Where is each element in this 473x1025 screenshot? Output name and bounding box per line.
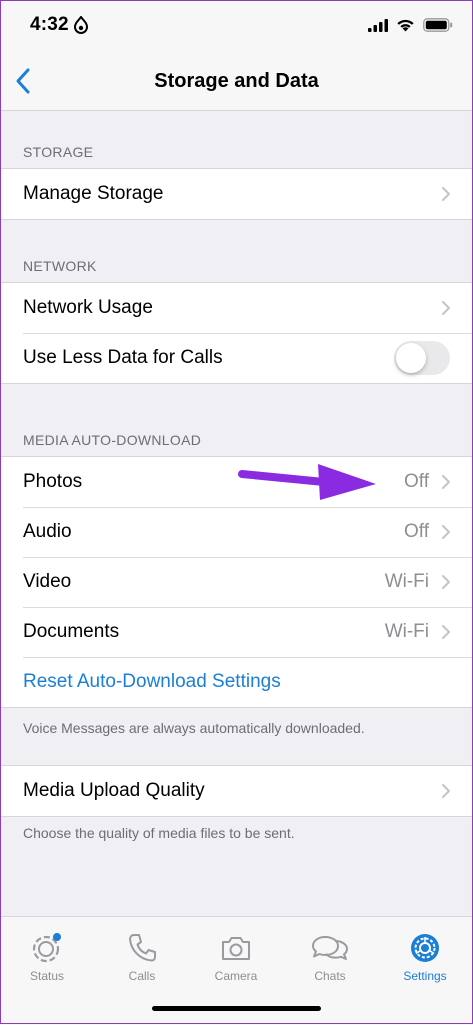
battery-icon <box>423 18 453 32</box>
chevron-right-icon <box>442 301 450 315</box>
page-title: Storage and Data <box>154 70 319 92</box>
home-indicator <box>152 1006 321 1011</box>
voice-messages-note: Voice Messages are always automatically … <box>23 720 365 736</box>
chat-bubbles-icon <box>312 936 348 960</box>
media-auto-download-group: Photos Off Audio Off Video Wi-Fi Documen… <box>0 456 473 708</box>
wifi-icon <box>397 19 414 32</box>
row-value: Off <box>404 521 429 542</box>
navigation-bar: Storage and Data <box>0 56 473 111</box>
tab-chats[interactable]: Chats <box>290 931 370 983</box>
upload-quality-note: Choose the quality of media files to be … <box>23 825 295 841</box>
tab-calls[interactable]: Calls <box>102 931 182 983</box>
row-label: Video <box>23 571 72 592</box>
section-header-network: NETWORK <box>23 258 97 274</box>
row-label: Use Less Data for Calls <box>23 347 223 368</box>
tab-label: Camera <box>214 969 258 983</box>
audio-row[interactable]: Audio Off <box>0 507 473 557</box>
row-value: Wi-Fi <box>384 571 429 592</box>
reset-auto-download-button[interactable]: Reset Auto-Download Settings <box>23 671 281 693</box>
media-upload-quality-row[interactable]: Media Upload Quality <box>0 766 473 816</box>
chevron-right-icon <box>442 525 450 539</box>
chevron-right-icon <box>442 625 450 639</box>
chevron-right-icon <box>442 575 450 589</box>
tab-status[interactable]: Status <box>7 931 87 983</box>
use-less-data-toggle[interactable] <box>394 341 450 375</box>
section-header-storage: STORAGE <box>23 144 94 160</box>
video-row[interactable]: Video Wi-Fi <box>0 557 473 607</box>
upload-group: Media Upload Quality <box>0 765 473 817</box>
chevron-right-icon <box>442 475 450 489</box>
row-label: Photos <box>23 471 83 492</box>
status-icon <box>32 933 61 963</box>
storage-group: Manage Storage <box>0 168 473 220</box>
phone-icon <box>129 934 156 962</box>
gear-icon <box>411 934 439 962</box>
status-time: 4:32 <box>30 14 69 35</box>
network-group: Network Usage Use Less Data for Calls <box>0 282 473 384</box>
chevron-right-icon <box>442 784 450 798</box>
use-less-data-row: Use Less Data for Calls <box>0 333 473 383</box>
manage-storage-row[interactable]: Manage Storage <box>0 169 473 219</box>
row-label: Audio <box>23 521 72 542</box>
toggle-knob <box>396 343 426 373</box>
tab-label: Calls <box>128 969 156 983</box>
row-value: Off <box>404 471 429 492</box>
documents-row[interactable]: Documents Wi-Fi <box>0 607 473 657</box>
tab-camera[interactable]: Camera <box>196 931 276 983</box>
cellular-signal-icon <box>368 18 388 32</box>
tab-settings[interactable]: Settings <box>385 931 465 983</box>
section-header-media-auto-download: MEDIA AUTO-DOWNLOAD <box>23 432 202 448</box>
network-usage-row[interactable]: Network Usage <box>0 283 473 333</box>
row-label: Documents <box>23 621 120 642</box>
tab-label: Chats <box>314 969 346 983</box>
row-label: Manage Storage <box>23 183 164 204</box>
tab-label: Status <box>29 969 65 983</box>
camera-icon <box>222 937 250 960</box>
reset-auto-download-row[interactable]: Reset Auto-Download Settings <box>0 657 473 707</box>
row-label: Network Usage <box>23 297 153 318</box>
row-label: Media Upload Quality <box>23 780 205 801</box>
chevron-right-icon <box>442 187 450 201</box>
row-value: Wi-Fi <box>384 621 429 642</box>
status-bar: 4:32 <box>0 0 473 56</box>
photos-row[interactable]: Photos Off <box>0 457 473 507</box>
focus-mode-icon <box>73 16 89 34</box>
tab-label: Settings <box>403 969 447 983</box>
